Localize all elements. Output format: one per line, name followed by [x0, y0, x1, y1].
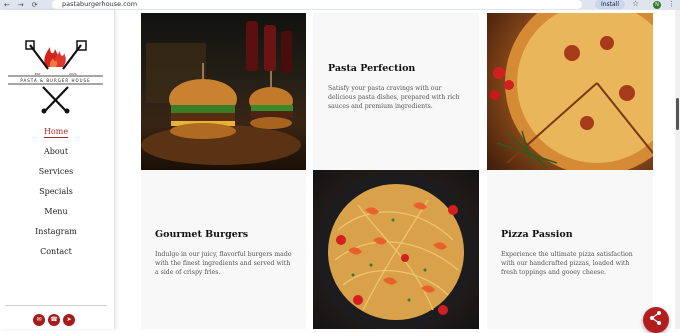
pasta-image [313, 170, 479, 329]
browser-toolbar: ← → ⟳ pastaburgerhouse.com Install ☆ N ⋮ [0, 0, 680, 10]
site-logo[interactable]: EST 2024 PASTA & BURGER HOUSE [8, 37, 103, 115]
logo-brand-text: PASTA & BURGER HOUSE [20, 78, 91, 83]
logo-year-text: 2024 [69, 72, 77, 76]
social-links: ✉ ☎ ➤ [33, 314, 75, 326]
burger-card-title: Gourmet Burgers [155, 229, 249, 240]
sidebar-item-label: Menu [44, 207, 68, 216]
scrollbar-thumb[interactable] [676, 98, 679, 130]
pasta-card: Pasta Perfection Satisfy your pasta crav… [313, 13, 479, 170]
share-button[interactable] [643, 307, 669, 333]
send-icon[interactable]: ➤ [63, 314, 75, 326]
pizza-card: Pizza Passion Experience the ultimate pi… [487, 170, 653, 329]
sidebar-item-contact[interactable]: Contact [0, 244, 112, 264]
sidebar-item-label: About [43, 147, 69, 156]
bookmark-star-icon[interactable]: ☆ [632, 0, 639, 8]
install-button[interactable]: Install [595, 0, 625, 9]
pasta-card-text: Satisfy your pasta cravings with our del… [328, 85, 460, 110]
sidebar-item-label: Services [38, 167, 74, 176]
phone-icon[interactable]: ☎ [48, 314, 60, 326]
back-icon[interactable]: ← [4, 1, 10, 9]
sidebar-divider [5, 305, 107, 306]
sidebar-item-menu[interactable]: Menu [0, 204, 112, 224]
sidebar-item-label: Instagram [35, 227, 77, 236]
share-icon [650, 311, 661, 325]
pizza-card-title: Pizza Passion [501, 229, 573, 240]
burger-image [141, 13, 306, 170]
sidebar-nav: Home About Services Specials Menu Instag… [0, 124, 112, 264]
sidebar-item-label: Contact [40, 247, 72, 256]
pizza-image [487, 13, 653, 170]
logo-est-text: EST [35, 72, 41, 76]
sidebar: EST 2024 PASTA & BURGER HOUSE Home About… [0, 10, 115, 329]
sidebar-item-services[interactable]: Services [0, 164, 112, 184]
sidebar-item-label: Specials [39, 187, 73, 196]
forward-icon[interactable]: → [18, 1, 24, 9]
browser-nav: ← → ⟳ [4, 1, 38, 9]
burger-card: Gourmet Burgers Indulge in our juicy, fl… [141, 170, 306, 329]
sidebar-item-instagram[interactable]: Instagram [0, 224, 112, 244]
profile-avatar[interactable]: N [653, 1, 661, 9]
sidebar-item-label: Home [43, 127, 69, 138]
page-scrollbar[interactable] [675, 10, 680, 329]
pizza-illustration [490, 13, 653, 170]
email-icon[interactable]: ✉ [33, 314, 45, 326]
logo-graphic [8, 40, 103, 114]
address-bar[interactable]: pastaburgerhouse.com [52, 0, 582, 9]
pasta-illustration [316, 172, 476, 329]
burger-card-text: Indulge in our juicy, flavorful burgers … [155, 251, 292, 276]
browser-menu-icon[interactable]: ⋮ [668, 0, 675, 8]
reload-icon[interactable]: ⟳ [32, 1, 38, 9]
pasta-card-title: Pasta Perfection [328, 63, 416, 74]
pizza-card-text: Experience the ultimate pizza satisfacti… [501, 251, 633, 276]
sidebar-item-specials[interactable]: Specials [0, 184, 112, 204]
sidebar-item-about[interactable]: About [0, 144, 112, 164]
burger-illustration [141, 21, 301, 165]
sidebar-item-home[interactable]: Home [0, 124, 112, 144]
